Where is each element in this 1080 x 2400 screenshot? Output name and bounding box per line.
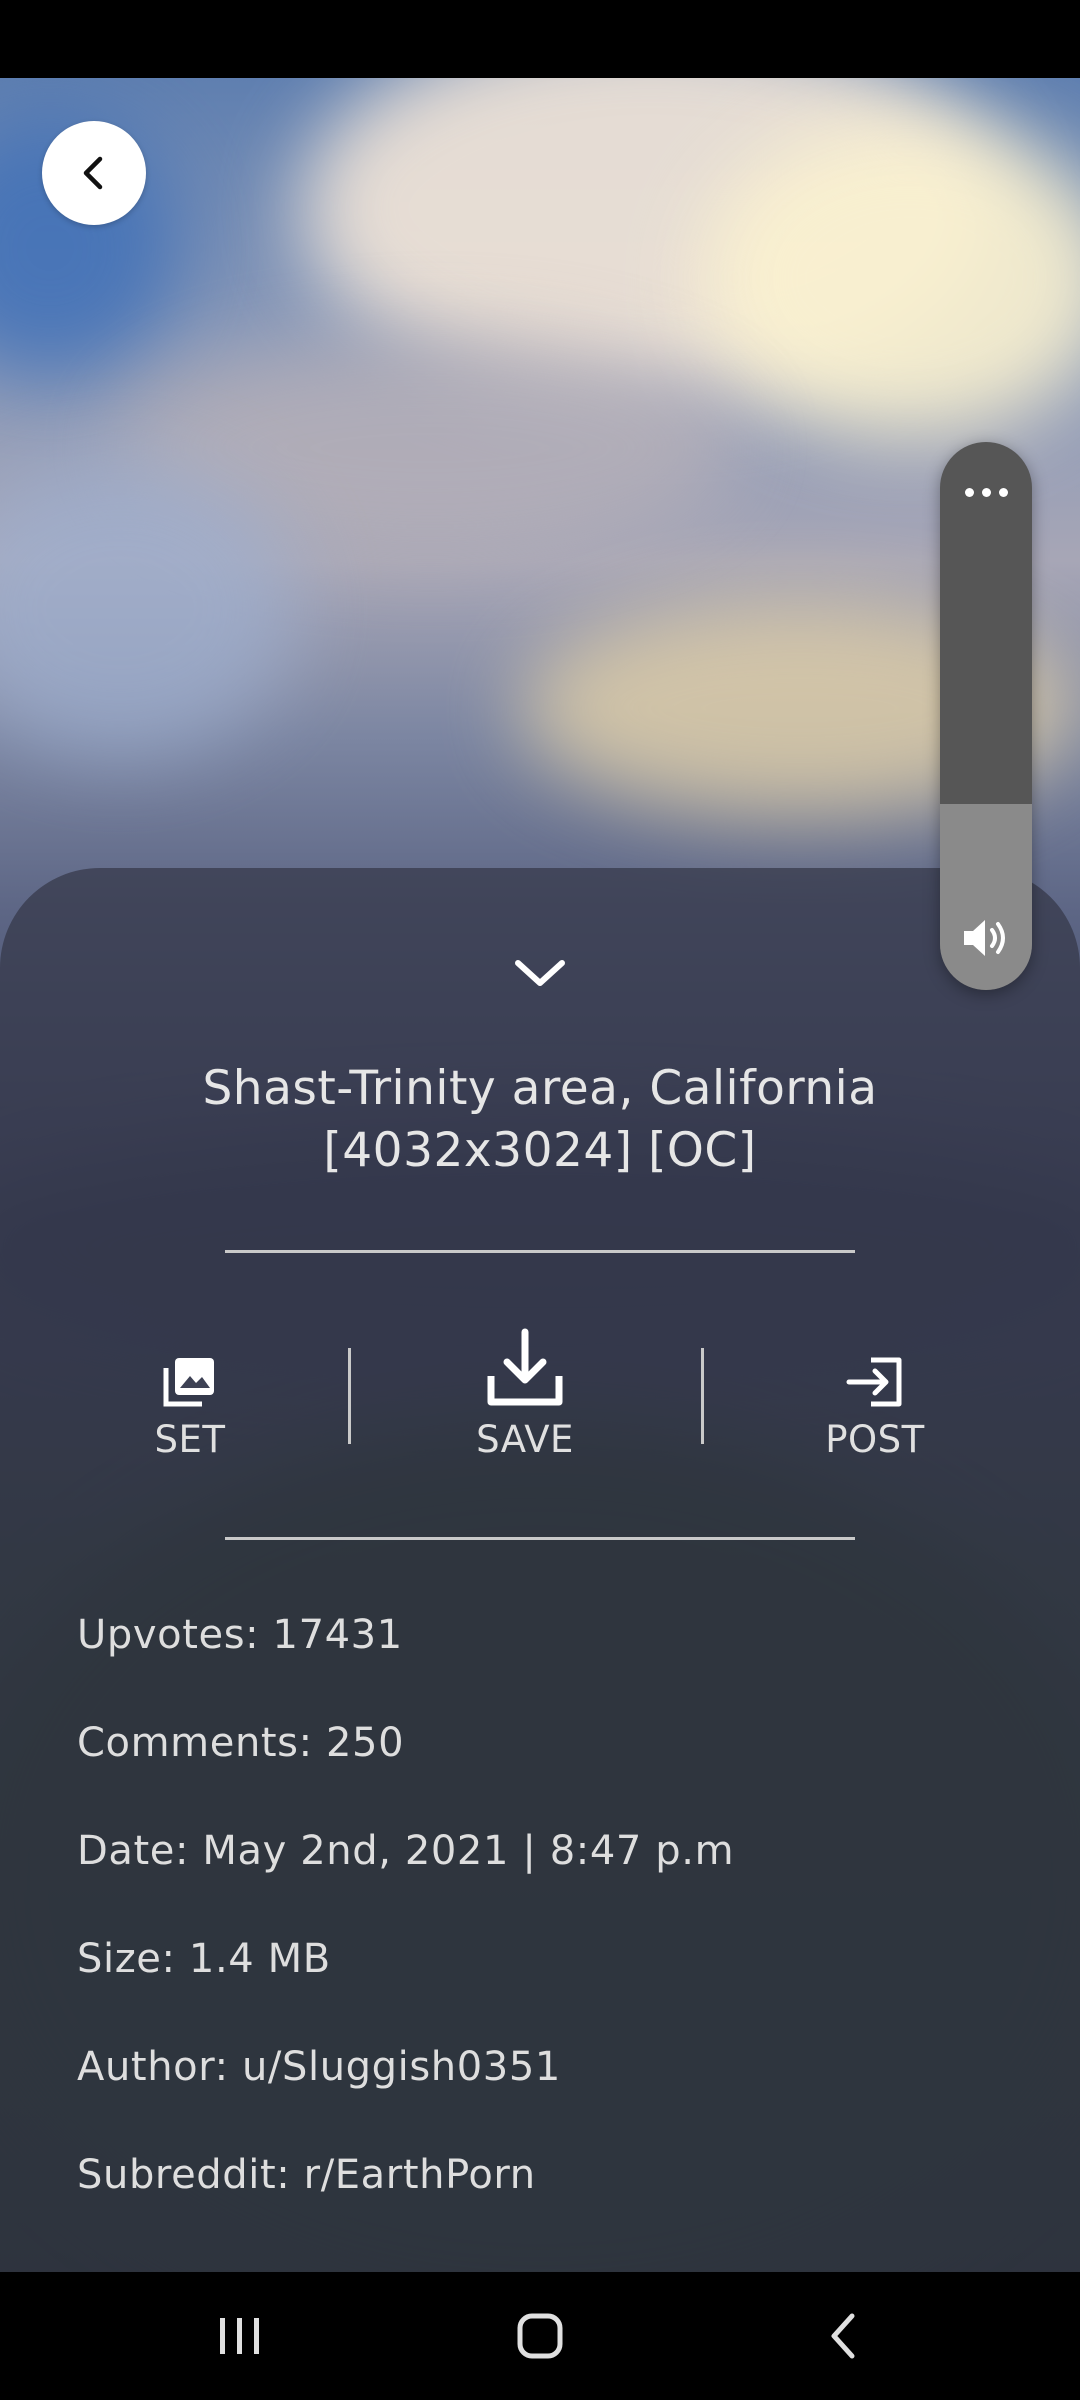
status-bar — [0, 0, 1080, 78]
comments-text: Comments: 250 — [77, 1720, 405, 1766]
collapse-button[interactable] — [510, 953, 570, 993]
upvotes-text: Upvotes: 17431 — [77, 1612, 403, 1658]
recent-apps-icon — [220, 2318, 259, 2354]
set-wallpaper-button[interactable]: SET — [140, 1320, 240, 1461]
set-label: SET — [154, 1418, 226, 1461]
post-title: Shast-Trinity area, California [4032x302… — [202, 1061, 878, 1178]
open-post-icon — [846, 1357, 902, 1407]
save-label: SAVE — [476, 1418, 574, 1461]
wallpaper-image-icon — [163, 1358, 214, 1407]
recent-apps-button[interactable] — [180, 2272, 300, 2400]
author-text[interactable]: Author: u/Sluggish0351 — [77, 2044, 561, 2090]
chevron-down-icon — [515, 960, 565, 986]
open-post-button[interactable]: POST — [820, 1320, 930, 1461]
volume-slider[interactable] — [940, 442, 1032, 990]
bottom-divider — [225, 1537, 855, 1540]
action-separator — [348, 1348, 351, 1444]
date-text: Date: May 2nd, 2021 | 8:47 p.m — [77, 1828, 735, 1874]
navigation-bar — [0, 2272, 1080, 2400]
home-button[interactable] — [480, 2272, 600, 2400]
system-back-icon — [831, 2313, 855, 2359]
back-button[interactable] — [42, 121, 146, 225]
size-text: Size: 1.4 MB — [77, 1936, 331, 1982]
back-arrow-icon — [83, 156, 103, 190]
system-back-button[interactable] — [782, 2272, 902, 2400]
action-separator — [701, 1348, 704, 1444]
more-options-icon[interactable] — [940, 472, 1032, 512]
top-divider — [225, 1250, 855, 1253]
download-icon — [487, 1328, 563, 1406]
home-icon — [517, 2313, 563, 2359]
speaker-icon[interactable] — [940, 908, 1032, 968]
post-label: POST — [825, 1418, 925, 1461]
subreddit-text[interactable]: Subreddit: r/EarthPorn — [77, 2152, 536, 2198]
save-button[interactable]: SAVE — [470, 1320, 580, 1461]
